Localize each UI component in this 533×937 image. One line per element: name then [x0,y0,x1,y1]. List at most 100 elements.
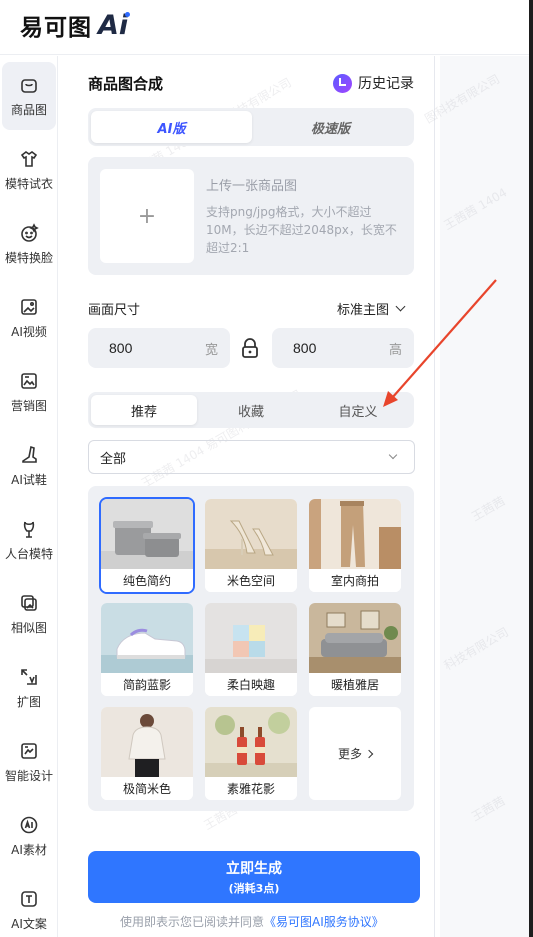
upload-button[interactable]: + [100,169,194,263]
page-title: 商品图合成 [88,75,164,93]
logo[interactable]: 易可图 Ai [20,9,131,41]
generate-label: 立即生成 [226,861,282,877]
upload-area: + 上传一张商品图 支持png/jpg格式，大小不超过10M，长边不超过2048… [88,157,414,275]
sidebar-item-label: AI文案 [11,916,47,931]
sidebar-item-ai-shoes[interactable]: AI试鞋 [2,432,56,500]
sidebar-item-mannequin[interactable]: 人台模特 [2,506,56,574]
sidebar-item-ai-material[interactable]: AI素材 [2,802,56,870]
tab-recommended[interactable]: 推荐 [91,395,197,425]
size-preset-dropdown[interactable]: 标准主图 [337,299,406,318]
window-edge [529,0,533,937]
sidebar-item-marketing[interactable]: 营销图 [2,358,56,426]
chevron-down-icon [395,301,406,312]
shirt-icon [19,149,39,169]
history-button[interactable]: 历史记录 [333,73,414,93]
sidebar-item-ai-video[interactable]: AI视频 [2,284,56,352]
mode-switch: AI版 极速版 [88,108,414,146]
agreement-link[interactable]: 《易可图AI服务协议》 [264,915,384,929]
sidebar: 商品图 模特试衣 模特换脸 AI视频 营销图 AI试鞋 人台模特 相似图 扩图 … [0,56,58,937]
scene-thumbnail [309,603,401,673]
category-value: 全部 [100,451,127,467]
sidebar-item-label: 营销图 [10,398,47,413]
scene-label: 米色空间 [205,569,297,592]
shoe-icon [19,445,39,465]
category-dropdown[interactable]: 全部 [88,440,415,474]
height-field[interactable]: 800 高 [272,328,414,368]
canvas-size-label: 画面尺寸 [88,303,141,318]
scene-label: 素雅花影 [205,777,297,800]
size-preset-value: 标准主图 [337,303,390,318]
scene-card[interactable]: 米色空间 [205,499,297,592]
sidebar-item-expand[interactable]: 扩图 [2,654,56,722]
scene-thumbnail [205,603,297,673]
logo-ai-text: Ai [98,9,129,41]
face-icon [19,222,39,243]
scene-card[interactable]: 室内商拍 [309,499,401,592]
sidebar-item-model-tryon[interactable]: 模特试衣 [2,136,56,204]
scene-gallery: 纯色简约 米色空间 室内商拍 简韵蓝影 柔白映趣 暖植雅居 极简米色 素雅花影 … [88,486,414,811]
poster-icon [19,371,39,391]
more-scenes-button[interactable]: 更多 [309,707,401,800]
panel-divider [434,56,435,937]
scene-thumbnail [101,707,193,777]
sidebar-item-ai-copywriting[interactable]: AI文案 [2,876,56,937]
bag-icon [19,75,39,95]
generate-cost: (消耗3点) [228,882,280,895]
sidebar-item-face-swap[interactable]: 模特换脸 [2,210,56,278]
video-icon [19,297,39,317]
height-input[interactable]: 800 [293,340,353,356]
sidebar-item-label: 人台模特 [4,546,53,561]
scene-card[interactable]: 简韵蓝影 [101,603,193,696]
height-unit: 高 [388,342,402,358]
sidebar-item-label: AI试鞋 [11,472,47,487]
scene-card[interactable]: 纯色简约 [99,497,195,594]
logo-dot [125,11,131,17]
scene-card[interactable]: 极简米色 [101,707,193,800]
expand-icon [19,667,39,687]
agreement-text: 使用即表示您已阅读并同意《易可图AI服务协议》 [120,913,384,930]
sidebar-item-label: 智能设计 [4,768,53,783]
plus-icon: + [137,203,157,229]
upload-title: 上传一张商品图 [206,179,298,194]
width-unit: 宽 [204,342,218,358]
sidebar-item-label: AI素材 [11,842,47,857]
sidebar-item-label: 商品图 [10,102,47,117]
generate-button[interactable]: 立即生成 (消耗3点) [88,851,420,903]
scene-label: 纯色简约 [101,569,193,592]
scene-label: 暖植雅居 [309,673,401,696]
scene-label: 柔白映趣 [205,673,297,696]
sidebar-item-label: 扩图 [16,694,41,709]
upload-hint: 支持png/jpg格式，大小不超过10M，长边不超过2048px，长宽不超过2:… [206,205,397,255]
sidebar-item-label: 模特换脸 [4,250,53,265]
history-icon [333,73,352,93]
tab-fast-version[interactable]: 极速版 [250,111,411,143]
history-label: 历史记录 [358,76,414,92]
chevron-right-icon [364,749,374,758]
mannequin-icon [19,519,39,539]
logo-ai-mark: Ai [98,9,131,41]
scene-thumbnail [101,499,193,569]
top-bar: 易可图 Ai [0,0,533,55]
sidebar-item-label: 相似图 [10,620,47,635]
scene-card[interactable]: 暖植雅居 [309,603,401,696]
scene-card[interactable]: 柔白映趣 [205,603,297,696]
tab-favorites[interactable]: 收藏 [198,395,304,425]
width-input[interactable]: 800 [109,340,169,356]
chevron-down-icon [388,450,398,460]
sidebar-item-label: 模特试衣 [4,176,53,191]
logo-text: 易可图 [20,15,92,41]
scene-thumbnail [205,707,297,777]
scene-thumbnail [309,499,401,569]
scene-label: 简韵蓝影 [101,673,193,696]
scene-label: 室内商拍 [309,569,401,592]
sidebar-item-smart-design[interactable]: 智能设计 [2,728,56,796]
tab-ai-version[interactable]: AI版 [91,111,252,143]
sidebar-item-similar[interactable]: 相似图 [2,580,56,648]
text-icon [19,889,39,909]
scene-card[interactable]: 素雅花影 [205,707,297,800]
lock-icon[interactable] [241,337,259,359]
sidebar-item-product-image[interactable]: 商品图 [2,62,56,130]
width-field[interactable]: 800 宽 [88,328,230,368]
sidebar-item-label: AI视频 [11,324,47,339]
tab-custom[interactable]: 自定义 [305,395,411,425]
